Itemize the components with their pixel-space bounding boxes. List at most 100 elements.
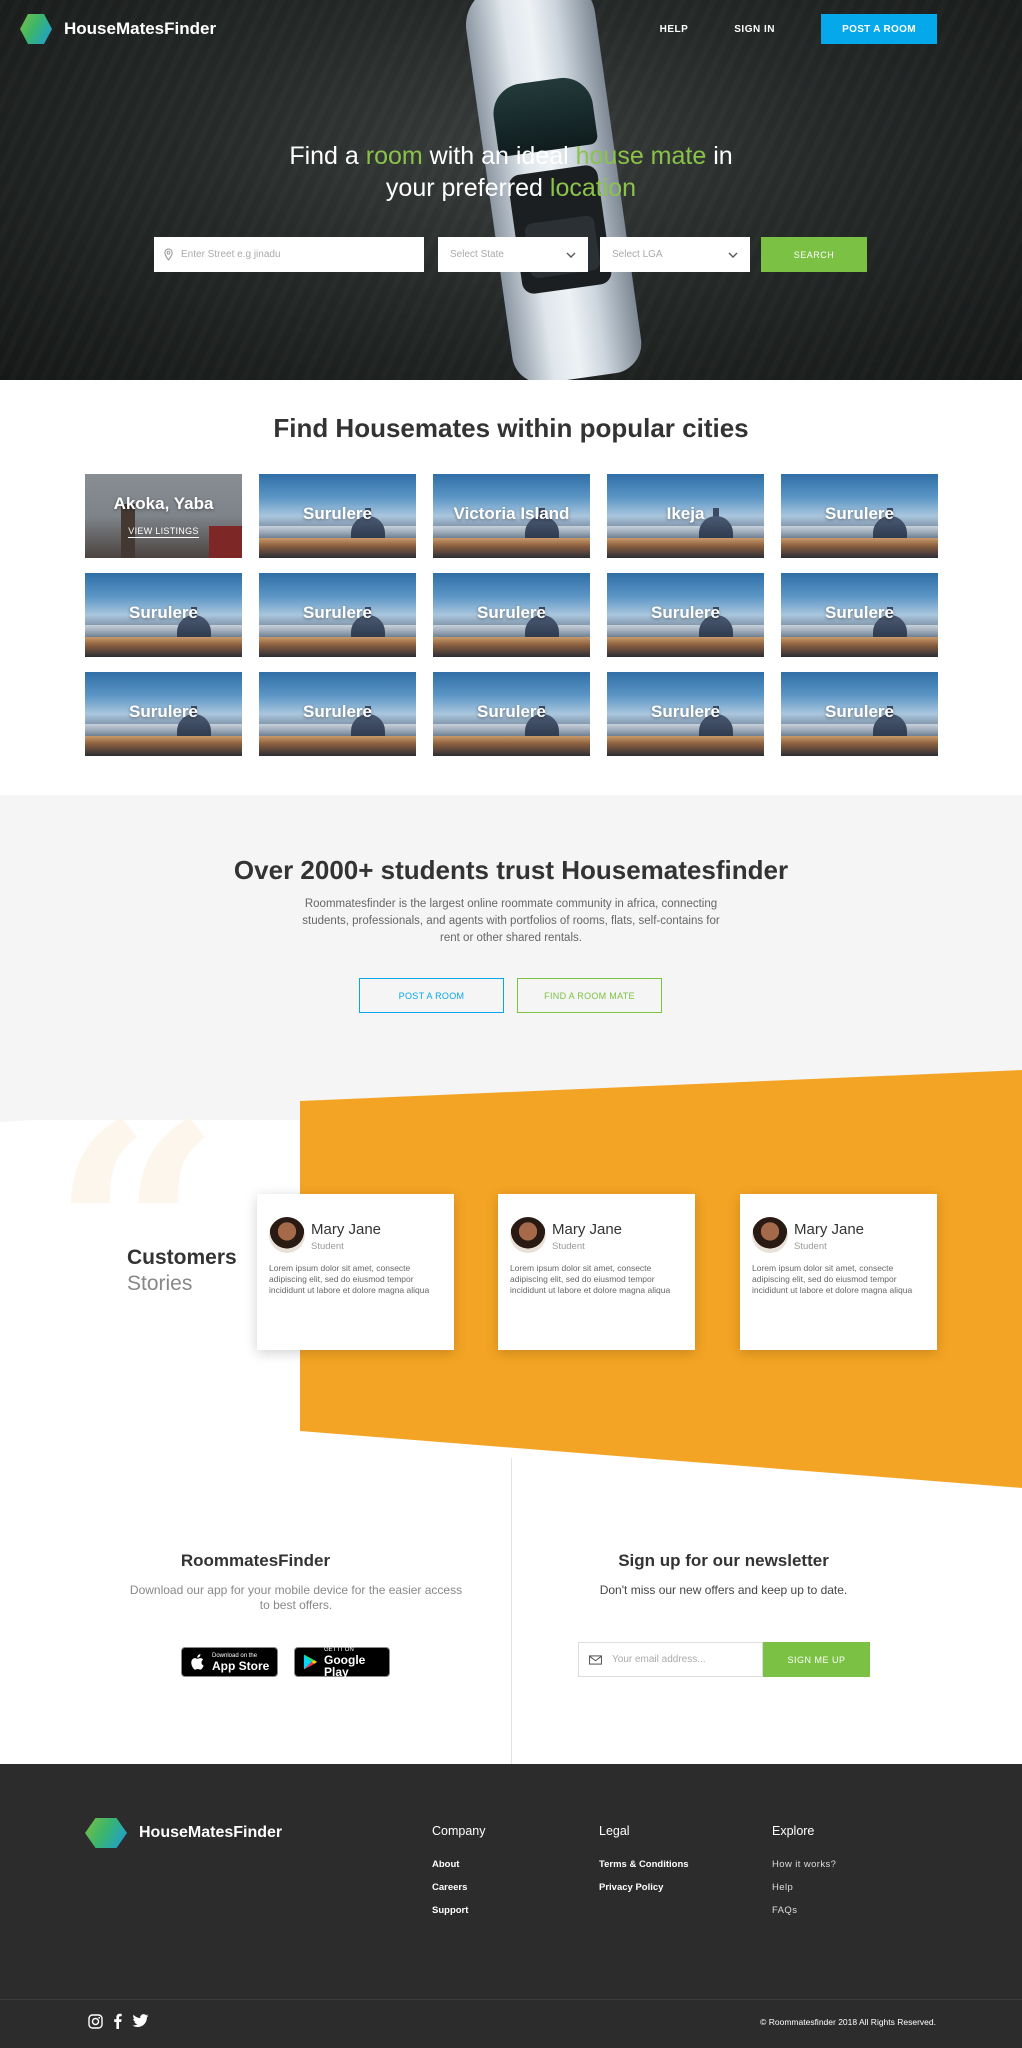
city-card[interactable]: Surulere: [433, 573, 590, 657]
newsletter-title: Sign up for our newsletter: [618, 1551, 829, 1570]
city-card[interactable]: Surulere: [781, 573, 938, 657]
hero-title: Find a room with an ideal house mate in …: [289, 142, 733, 202]
city-name: Surulere: [303, 504, 372, 523]
city-card[interactable]: Surulere: [259, 573, 416, 657]
city-card[interactable]: Surulere: [781, 474, 938, 558]
cities-grid: Akoka, Yaba VIEW LISTINGS Surulere Victo…: [85, 474, 938, 756]
city-name: Surulere: [825, 702, 894, 721]
state-select-label: Select State: [450, 249, 504, 260]
newsletter-text: Don't miss our new offers and keep up to…: [599, 1583, 848, 1597]
twitter-icon[interactable]: [132, 2014, 149, 2028]
city-name: Surulere: [825, 603, 894, 622]
city-name: Surulere: [825, 504, 894, 523]
city-card[interactable]: Akoka, Yaba VIEW LISTINGS: [85, 474, 242, 558]
avatar: [269, 1217, 305, 1253]
email-input[interactable]: Your email address...: [578, 1642, 763, 1677]
city-name: Surulere: [651, 603, 720, 622]
sign-me-up-button[interactable]: SIGN ME UP: [763, 1642, 870, 1677]
city-card[interactable]: Ikeja: [607, 474, 764, 558]
city-card[interactable]: Surulere: [781, 672, 938, 756]
trust-description: Roommatesfinder is the largest online ro…: [302, 898, 720, 944]
footer-legal-column: Legal Terms & Conditions Privacy Policy: [599, 1824, 689, 1905]
search-button[interactable]: SEARCH: [761, 237, 867, 272]
city-card[interactable]: Surulere: [433, 672, 590, 756]
social-links: [88, 2013, 149, 2029]
location-pin-icon: [164, 248, 173, 261]
street-placeholder: Enter Street e.g jinadu: [181, 249, 281, 260]
city-card[interactable]: Surulere: [259, 672, 416, 756]
post-room-outline-button[interactable]: POST A ROOM: [359, 978, 504, 1013]
city-card[interactable]: Surulere: [607, 672, 764, 756]
footer-link-how-it-works[interactable]: How it works?: [772, 1859, 836, 1870]
footer-legal-heading: Legal: [599, 1824, 630, 1838]
footer-link-privacy[interactable]: Privacy Policy: [599, 1882, 689, 1893]
state-select[interactable]: Select State: [438, 237, 588, 272]
city-card[interactable]: Surulere: [607, 573, 764, 657]
nav-help-link[interactable]: HELP: [660, 24, 689, 35]
avatar: [510, 1217, 546, 1253]
footer-company-column: Company About Careers Support: [432, 1824, 486, 1928]
footer-divider: [0, 1999, 1022, 2000]
appstore-big-text: App Store: [212, 1658, 270, 1673]
section-divider: [511, 1458, 512, 1766]
hero-section: HouseMatesFinder HELP SIGN IN POST A ROO…: [0, 0, 1022, 380]
lga-select[interactable]: Select LGA: [600, 237, 750, 272]
footer-brand-name: HouseMatesFinder: [139, 1824, 283, 1841]
city-name: Surulere: [303, 702, 372, 721]
footer-link-support[interactable]: Support: [432, 1905, 486, 1916]
street-input[interactable]: Enter Street e.g jinadu: [154, 237, 424, 272]
city-name: Ikeja: [666, 504, 705, 523]
city-card[interactable]: Surulere: [85, 672, 242, 756]
testimonial-card: Mary Jane Student Lorem ipsum dolor sit …: [257, 1194, 454, 1350]
logo-icon: [20, 14, 52, 44]
footer-link-faqs[interactable]: FAQs: [772, 1905, 836, 1916]
footer-link-about[interactable]: About: [432, 1859, 486, 1870]
nav-sign-in-link[interactable]: SIGN IN: [734, 24, 775, 35]
app-store-badge[interactable]: Download on the App Store: [181, 1647, 278, 1677]
stories-title: Customers: [127, 1246, 237, 1269]
testimonial-role: Student: [311, 1241, 344, 1252]
lga-select-label: Select LGA: [612, 249, 663, 260]
testimonial-role: Student: [552, 1241, 585, 1252]
trust-title: Over 2000+ students trust Housematesfind…: [233, 855, 789, 885]
copyright-text: © Roommatesfinder 2018 All Rights Reserv…: [760, 2017, 936, 2027]
facebook-icon[interactable]: [113, 2013, 122, 2029]
city-name: Surulere: [129, 702, 198, 721]
footer-explore-heading: Explore: [772, 1824, 815, 1838]
footer: HouseMatesFinder Company About Careers S…: [0, 1764, 1022, 2048]
brand-logo[interactable]: HouseMatesFinder: [20, 14, 216, 44]
city-name: Surulere: [651, 702, 720, 721]
city-card[interactable]: Surulere: [259, 474, 416, 558]
app-title: RoommatesFinder: [180, 1551, 331, 1570]
city-name: Surulere: [303, 603, 372, 622]
city-name: Surulere: [477, 702, 546, 721]
footer-link-careers[interactable]: Careers: [432, 1882, 486, 1893]
footer-link-help[interactable]: Help: [772, 1882, 836, 1893]
footer-logo[interactable]: HouseMatesFinder: [85, 1818, 282, 1848]
footer-link-terms[interactable]: Terms & Conditions: [599, 1859, 689, 1870]
chevron-down-icon: [566, 252, 576, 258]
testimonial-card: Mary Jane Student Lorem ipsum dolor sit …: [740, 1194, 937, 1350]
google-big-text: Google Play: [324, 1652, 366, 1679]
testimonial-text: Lorem ipsum dolor sit amet, consecte adi…: [510, 1263, 671, 1295]
instagram-icon[interactable]: [88, 2013, 103, 2029]
google-play-icon: [303, 1654, 318, 1670]
city-card[interactable]: Victoria Island: [433, 474, 590, 558]
stories-subtitle: Stories: [127, 1272, 193, 1295]
city-card[interactable]: Surulere: [85, 573, 242, 657]
quote-icon: “: [50, 1058, 223, 1411]
find-room-mate-button[interactable]: FIND A ROOM MATE: [517, 978, 662, 1013]
google-play-badge[interactable]: GET IT ON Google Play: [294, 1647, 390, 1679]
testimonial-text: Lorem ipsum dolor sit amet, consecte adi…: [752, 1263, 913, 1295]
avatar: [752, 1217, 788, 1253]
post-room-button[interactable]: POST A ROOM: [821, 14, 937, 44]
apple-icon: [191, 1654, 204, 1670]
city-name: Surulere: [129, 603, 198, 622]
testimonial-name: Mary Jane: [552, 1221, 623, 1238]
testimonial-role: Student: [794, 1241, 827, 1252]
footer-explore-column: Explore How it works? Help FAQs: [772, 1824, 836, 1928]
city-name: Victoria Island: [453, 504, 570, 523]
footer-company-heading: Company: [432, 1824, 486, 1838]
view-listings-link[interactable]: VIEW LISTINGS: [85, 526, 242, 538]
chevron-down-icon: [728, 252, 738, 258]
